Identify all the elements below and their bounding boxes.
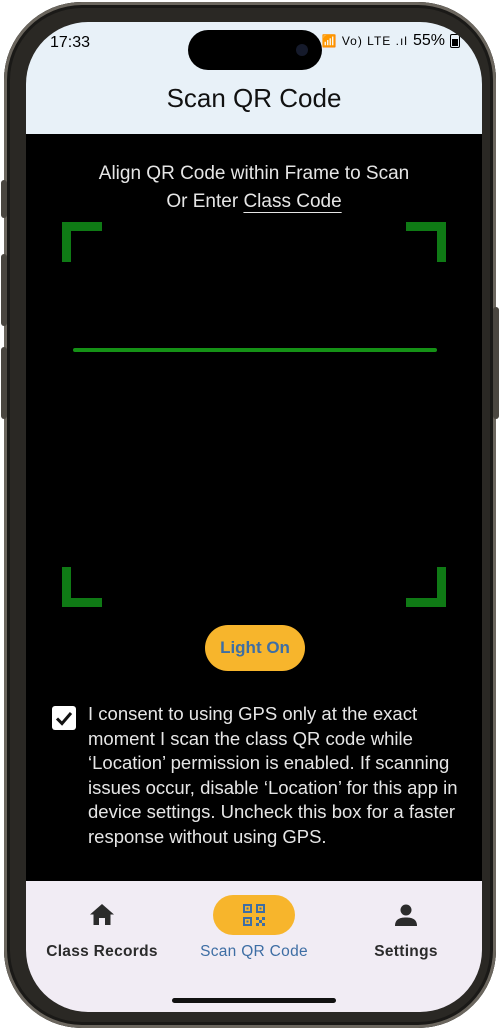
instruction-prefix: Or Enter [166,191,239,212]
status-time: 17:33 [50,34,91,51]
screen: 17:33 🔇 📶 Vo) LTE .ıl 55% Scan QR Code A… [26,22,482,1012]
frame-corner-top-left [62,222,102,262]
instruction-line-2: Or Enter Class Code [26,188,482,216]
power-button [493,307,499,419]
front-camera [296,44,308,56]
qr-code-icon [243,904,265,926]
battery-percent: 55% [412,32,445,49]
person-icon [395,904,417,926]
page-title: Scan QR Code [166,82,342,113]
nav-label-settings: Settings [374,943,438,960]
nav-settings[interactable]: Settings [330,895,482,961]
scan-instructions: Align QR Code within Frame to Scan Or En… [26,160,482,216]
nav-icon-container [61,895,143,935]
gps-consent-checkbox[interactable] [52,706,76,730]
frame-corner-bottom-left [62,567,102,607]
nav-scan-qr-code[interactable]: Scan QR Code [178,895,330,961]
light-on-button[interactable]: Light On [205,625,305,671]
class-code-link[interactable]: Class Code [243,191,341,212]
home-icon [90,904,114,925]
nav-icon-container [365,895,447,935]
gps-consent-text: I consent to using GPS only at the exact… [88,703,458,847]
checkmark-icon [55,712,73,726]
app-bar: Scan QR Code [26,62,482,134]
nav-label-scan-qr-code: Scan QR Code [200,943,308,960]
dynamic-island [188,30,322,70]
action-button [1,180,7,218]
status-indicators: 🔇 📶 Vo) LTE .ıl 55% [301,32,460,50]
scanner-viewport: Align QR Code within Frame to Scan Or En… [26,134,482,881]
home-indicator[interactable] [172,998,336,1003]
scan-line [73,348,437,352]
volume-up-button [1,254,7,326]
nav-label-class-records: Class Records [46,943,158,960]
frame-corner-top-right [406,222,446,262]
instruction-line: Align QR Code within Frame to Scan [98,163,410,184]
battery-icon [450,34,460,48]
bottom-navigation: Class Records Scan QR Code Settings [26,881,482,1012]
frame-corner-bottom-right [406,567,446,607]
phone-frame: 17:33 🔇 📶 Vo) LTE .ıl 55% Scan QR Code A… [1,2,499,1028]
nav-class-records[interactable]: Class Records [26,895,178,961]
volume-down-button [1,347,7,419]
nav-icon-container-active [213,895,295,935]
